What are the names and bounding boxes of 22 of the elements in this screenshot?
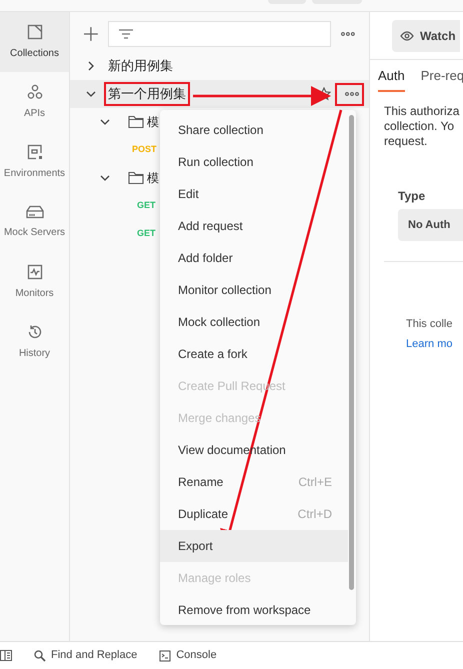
menu-item-label: Duplicate [178,506,228,523]
menu-item-label: Export [178,538,213,555]
folder-name: 模 [147,114,159,131]
menu-item-label: Edit [178,186,199,203]
menu-item-label: Run collection [178,154,254,171]
shortcut-label: Ctrl+E [298,474,332,491]
info-text: This colle [405,317,454,332]
menu-item-label: Add folder [178,250,233,267]
menu-item-label: Add request [178,218,243,235]
menu-item-label: Create a fork [178,346,248,363]
collection-name: 第一个用例集 [108,85,186,104]
menu-item-label: Rename [178,474,224,491]
menu-item-label: Mock collection [178,314,260,331]
menu-item-label: Manage roles [178,570,251,587]
type-label: Type [397,188,426,205]
auth-description: This authoriza collection. Yo request. [383,103,460,149]
shortcut-label: Ctrl+D [298,506,332,523]
menu-item-label: Monitor collection [178,282,272,299]
menu-item-label: Remove from workspace [178,602,311,619]
menu-item-label: Share collection [178,122,264,139]
folder-name: 模 [147,170,159,187]
collection-name: 新的用例集 [108,57,173,76]
